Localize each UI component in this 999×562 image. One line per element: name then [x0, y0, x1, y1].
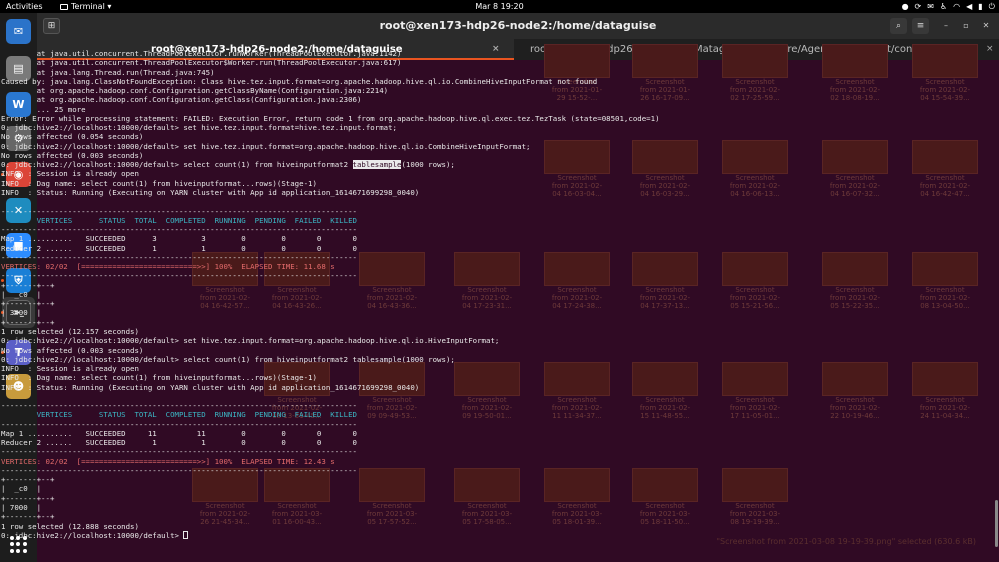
accessibility-icon[interactable]: ♿: [940, 0, 947, 13]
terminal-scrollbar[interactable]: [995, 500, 998, 547]
maximize-icon[interactable]: ▫: [960, 20, 972, 32]
terminal-line: 1 row selected (12.888 seconds): [1, 521, 139, 531]
teams-tray-icon[interactable]: ●: [902, 0, 909, 13]
terminal-line: Error: Error while processing statement:…: [1, 113, 660, 123]
window-title: root@xen173-hdp26-node2:/home/dataguise: [379, 19, 657, 32]
terminal-line: No rows affected (0.003 seconds): [1, 345, 144, 355]
terminal-line: ----------------------------------------…: [1, 206, 357, 216]
terminal-cursor: [183, 530, 189, 539]
terminal-line: +-------+--+: [1, 512, 55, 522]
volume-icon[interactable]: ◀: [966, 0, 972, 13]
terminal-line: VERTICES: 02/02 [=======================…: [1, 262, 335, 272]
terminal-line: 0: jdbc:hive2://localhost:10000/default>…: [1, 141, 531, 151]
terminal-line: +-------+--+: [1, 317, 55, 327]
terminal-line: ----------------------------------------…: [1, 401, 357, 411]
terminal-line: | _c0 |: [1, 289, 42, 299]
terminal-line: ... 25 more: [1, 104, 86, 114]
terminal-line: Map 1 .......... SUCCEEDED 11 11 0 0 0 0: [1, 428, 357, 438]
terminal-line: at org.apache.hadoop.conf.Configuration.…: [1, 86, 389, 96]
terminal-line: VERTICES: 02/02 [=======================…: [1, 456, 335, 466]
terminal-line: INFO : Dag name: select count(1) from hi…: [1, 178, 317, 188]
wifi-icon[interactable]: ◠: [953, 0, 960, 13]
terminal-text: 0: jdbc:hive2://localhost:10000/default>…: [1, 160, 353, 170]
terminal-line: ----------------------------------------…: [1, 465, 357, 475]
terminal-line: +-------+--+: [1, 299, 55, 309]
terminal-icon: [60, 4, 68, 10]
minimize-icon[interactable]: –: [940, 20, 952, 32]
top-bar: Activities Terminal ▾ Mar 8 19:20 ● ⟳ ✉ ♿ ◠ ◀…: [0, 0, 999, 13]
terminal-line: at org.apache.hadoop.conf.Configuration.…: [1, 95, 362, 105]
terminal-line: Reducer 2 ...... SUCCEEDED 1 1 0 0 0 0: [1, 438, 357, 448]
battery-icon[interactable]: ▮: [978, 0, 982, 13]
terminal-line: | _c0 |: [1, 484, 42, 494]
hamburger-menu-icon[interactable]: ≡: [912, 18, 929, 34]
terminal-line: 1 row selected (12.157 seconds): [1, 326, 139, 336]
selected-text: tablesample: [352, 160, 402, 170]
terminal-line: No rows affected (0.054 seconds): [1, 132, 144, 142]
terminal-line: VERTICES STATUS TOTAL COMPLETED RUNNING …: [1, 215, 357, 225]
title-bar: ⊞ root@xen173-hdp26-node2:/home/dataguis…: [37, 13, 999, 39]
terminal-line: Reducer 2 ...... SUCCEEDED 1 1 0 0 0 0: [1, 243, 357, 253]
terminal-line: +-------+--+: [1, 280, 55, 290]
terminal-line: 0: jdbc:hive2://localhost:10000/default>…: [1, 160, 956, 170]
power-icon[interactable]: ⏻: [989, 0, 995, 13]
terminal-line: 0: jdbc:hive2://localhost:10000/default>: [1, 530, 956, 540]
new-tab-icon[interactable]: ⊞: [43, 18, 60, 34]
update-icon[interactable]: ⟳: [915, 0, 922, 13]
terminal-line: | 3000 |: [1, 308, 42, 318]
terminal-line: INFO : Dag name: select count(1) from hi…: [1, 373, 317, 383]
terminal-line: INFO : Status: Running (Executing on YAR…: [1, 187, 420, 197]
terminal-line: 0: jdbc:hive2://localhost:10000/default>…: [1, 336, 500, 346]
terminal-text: (1000 rows);: [401, 160, 455, 170]
tab-close-icon[interactable]: ×: [986, 39, 994, 60]
thunderbird-icon[interactable]: ✉: [6, 19, 31, 44]
terminal-line: at java.util.concurrent.ThreadPoolExecut…: [1, 49, 402, 58]
terminal-line: ----------------------------------------…: [1, 225, 357, 235]
terminal-line: ----------------------------------------…: [1, 271, 357, 281]
system-tray[interactable]: ● ⟳ ✉ ♿ ◠ ◀ ▮ ⏻: [902, 0, 995, 13]
search-icon[interactable]: ⌕: [890, 18, 907, 34]
terminal-line: Map 1 .......... SUCCEEDED 3 3 0 0 0 0: [1, 234, 357, 244]
terminal-line: ----------------------------------------…: [1, 447, 357, 457]
app-menu-label: Terminal ▾: [71, 2, 112, 11]
terminal-line: +-------+--+: [1, 493, 55, 503]
terminal-line: Caused by: java.lang.ClassNotFoundExcept…: [1, 76, 598, 86]
terminal-line: at java.lang.Thread.run(Thread.java:745): [1, 67, 215, 77]
terminal-line: INFO : Status: Running (Executing on YAR…: [1, 382, 420, 392]
close-icon[interactable]: ✕: [980, 20, 992, 32]
terminal-line: 0: jdbc:hive2://localhost:10000/default>…: [1, 354, 455, 364]
terminal-line: +-------+--+: [1, 475, 55, 485]
terminal-line: INFO : Session is already open: [1, 169, 139, 179]
terminal-output[interactable]: at java.util.concurrent.ThreadPoolExecut…: [1, 49, 956, 549]
terminal-line: 0: jdbc:hive2://localhost:10000/default>…: [1, 123, 398, 133]
terminal-line: INFO : Session is already open: [1, 364, 139, 374]
terminal-line: ----------------------------------------…: [1, 419, 357, 429]
thunderbird-icon[interactable]: ✉: [927, 0, 934, 13]
terminal-line: | 7000 |: [1, 503, 42, 513]
terminal-line: at java.util.concurrent.ThreadPoolExecut…: [1, 58, 402, 68]
terminal-line: No rows affected (0.003 seconds): [1, 150, 144, 160]
terminal-line: VERTICES STATUS TOTAL COMPLETED RUNNING …: [1, 410, 357, 420]
clock[interactable]: Mar 8 19:20: [475, 2, 523, 11]
terminal-line: ----------------------------------------…: [1, 252, 357, 262]
activities-button[interactable]: Activities: [6, 0, 43, 13]
app-menu[interactable]: Terminal ▾: [60, 0, 111, 13]
